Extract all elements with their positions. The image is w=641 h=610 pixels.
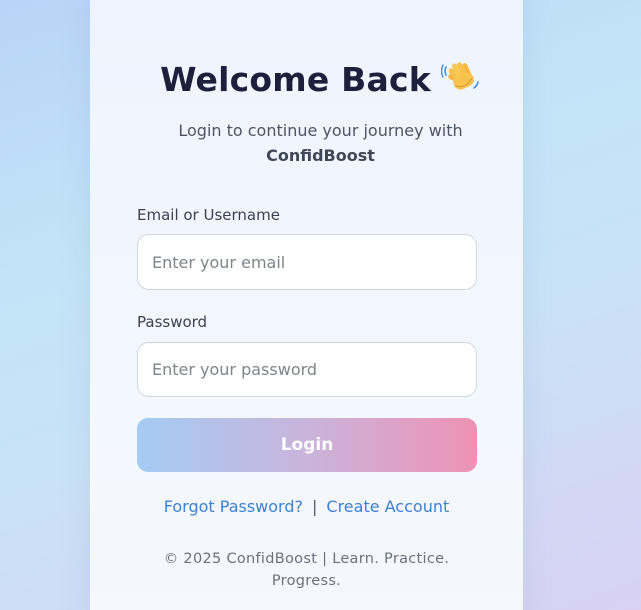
forgot-password-link[interactable]: Forgot Password? — [164, 497, 303, 516]
page-title: Welcome Back — [0, 58, 641, 100]
password-label: Password — [137, 313, 208, 331]
auth-links: Forgot Password? | Create Account — [90, 497, 523, 516]
brand-name: ConfidBoost — [266, 146, 375, 165]
subtitle: Login to continue your journey with Conf… — [0, 118, 641, 168]
subtitle-text: Login to continue your journey with — [178, 121, 463, 140]
password-field[interactable] — [137, 342, 477, 397]
email-label: Email or Username — [137, 206, 280, 224]
title-text: Welcome Back — [160, 60, 431, 99]
waving-hand-icon — [440, 57, 481, 97]
email-field[interactable] — [137, 234, 477, 290]
footer-text: © 2025 ConfidBoost | Learn. Practice. Pr… — [163, 551, 450, 589]
create-account-link[interactable]: Create Account — [326, 497, 449, 516]
link-separator: | — [312, 497, 318, 516]
login-button[interactable]: Login — [137, 418, 477, 472]
